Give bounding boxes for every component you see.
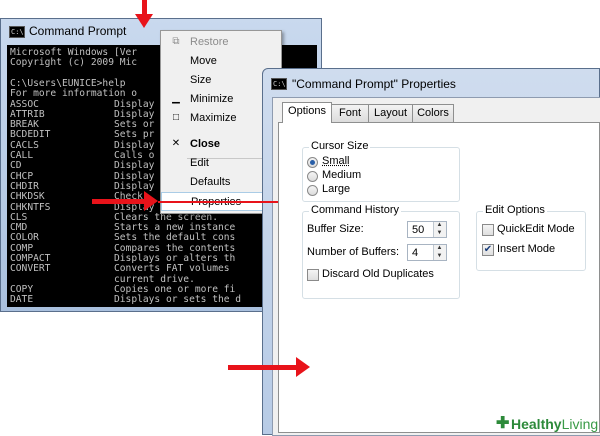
- healthy-living-logo: ✚ HealthyLiving: [496, 412, 600, 434]
- spin-up-icon[interactable]: ▲: [434, 222, 445, 229]
- console-line: CONVERT Converts FAT volumes: [10, 263, 230, 275]
- radio-medium[interactable]: [307, 171, 318, 182]
- close-icon: ✕: [171, 138, 181, 149]
- menu-item-restore[interactable]: ⧉ Restore: [161, 33, 281, 52]
- stepper-buttons: ▲ ▼: [433, 222, 446, 237]
- console-command: CONVERT: [10, 263, 51, 275]
- command-history-group: Command History Buffer Size: 50 ▲ ▼ Numb…: [302, 204, 460, 299]
- edit-options-group: Edit Options QuickEdit Mode ✔ Insert Mod…: [476, 204, 586, 271]
- quickedit-checkbox[interactable]: [482, 224, 494, 236]
- down-arrow-head: [135, 14, 153, 28]
- menu-item-label: Move: [190, 55, 217, 67]
- spin-down-icon[interactable]: ▼: [434, 253, 445, 260]
- console-line: DATE Displays or sets the d: [10, 294, 241, 306]
- buffers-value[interactable]: 4: [412, 247, 418, 259]
- console-command: Copyright (c) 2009 Mic: [10, 57, 138, 69]
- properties-dialog: C:\ "Command Prompt" Properties Options …: [262, 68, 600, 436]
- radio-medium-label[interactable]: Medium: [322, 169, 361, 181]
- console-description: Displays or sets the d: [114, 294, 242, 306]
- stepper-buttons: ▲ ▼: [433, 245, 446, 260]
- window-title: Command Prompt: [29, 24, 127, 38]
- buffer-size-value[interactable]: 50: [412, 224, 424, 236]
- menu-item-label: Size: [190, 74, 212, 86]
- buffers-stepper[interactable]: 4 ▲ ▼: [407, 244, 447, 261]
- quickedit-label[interactable]: QuickEdit Mode: [497, 223, 575, 235]
- right-arrow-annotation: [228, 357, 310, 377]
- cross-icon: ✚: [496, 415, 510, 432]
- logo-text-part2: Living: [561, 416, 599, 432]
- menu-item-label: Defaults: [190, 176, 231, 188]
- console-icon: C:\: [271, 78, 287, 90]
- radio-small-label[interactable]: Small: [322, 155, 350, 167]
- discard-duplicates-checkbox[interactable]: [307, 269, 319, 281]
- menu-item-label: Close: [190, 138, 220, 150]
- menu-item-label: Edit: [190, 157, 209, 169]
- minimize-icon: ▁: [172, 93, 180, 104]
- dialog-content: Options Font Layout Colors Cursor Size S…: [272, 97, 600, 436]
- console-description: Display: [114, 160, 155, 172]
- menu-item-label: Restore: [190, 36, 229, 48]
- group-title: Command History: [309, 204, 402, 216]
- menu-item-move[interactable]: Move: [161, 52, 281, 71]
- right-arrow-annotation: [92, 191, 158, 211]
- dialog-title: "Command Prompt" Properties: [292, 77, 456, 91]
- tab-font[interactable]: Font: [331, 104, 369, 122]
- logo-text-part1: Healthy: [511, 416, 562, 432]
- console-description: Sets pr: [114, 129, 155, 141]
- cursor-size-group: Cursor Size Small Medium Large: [302, 140, 460, 202]
- group-title: Cursor Size: [309, 140, 371, 152]
- console-icon[interactable]: C:\: [9, 26, 25, 38]
- spin-up-icon[interactable]: ▲: [434, 245, 445, 252]
- buffer-size-stepper[interactable]: 50 ▲ ▼: [407, 221, 447, 238]
- insert-mode-checkbox[interactable]: ✔: [482, 244, 494, 256]
- console-description: Converts FAT volumes: [114, 263, 230, 275]
- buffers-label: Number of Buffers:: [307, 246, 400, 258]
- restore-icon: ⧉: [172, 36, 180, 47]
- console-description: Display: [114, 98, 155, 110]
- console-description: Sets the default cons: [114, 232, 236, 244]
- discard-duplicates-label[interactable]: Discard Old Duplicates: [322, 268, 434, 280]
- group-title: Edit Options: [483, 204, 547, 216]
- radio-large-label[interactable]: Large: [322, 183, 350, 195]
- logo-text: HealthyLiving: [511, 416, 598, 432]
- spin-down-icon[interactable]: ▼: [434, 230, 445, 237]
- maximize-icon: □: [172, 112, 180, 123]
- menu-item-label: Maximize: [190, 112, 237, 124]
- tab-options[interactable]: Options: [282, 102, 332, 123]
- options-tab-page: Cursor Size Small Medium Large Command H…: [278, 122, 600, 433]
- buffer-size-label: Buffer Size:: [307, 223, 364, 235]
- menu-item-label: Minimize: [190, 93, 234, 105]
- radio-large[interactable]: [307, 185, 318, 196]
- console-line: Copyright (c) 2009 Mic: [10, 58, 137, 68]
- radio-small[interactable]: [307, 157, 318, 168]
- tab-colors[interactable]: Colors: [412, 104, 454, 122]
- insert-mode-label[interactable]: Insert Mode: [497, 243, 555, 255]
- pointer-line-annotation: [158, 201, 278, 203]
- tab-layout[interactable]: Layout: [368, 104, 413, 122]
- console-command: DATE: [10, 294, 34, 306]
